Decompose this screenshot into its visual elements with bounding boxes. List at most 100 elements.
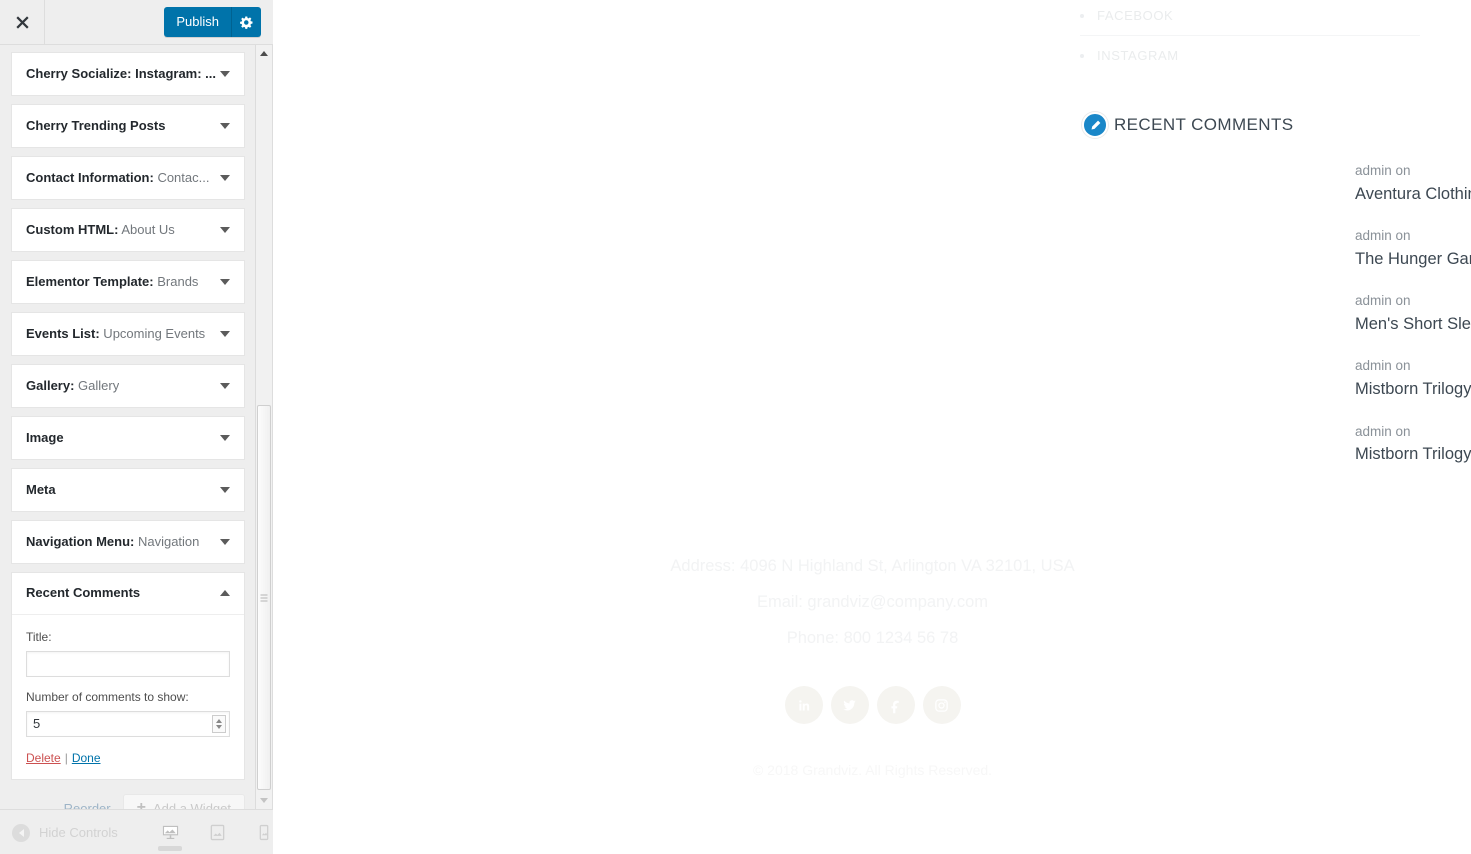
title-field-label: Title: xyxy=(26,630,52,644)
comment-author: admin on xyxy=(1355,228,1411,244)
edit-pencil-icon[interactable] xyxy=(1082,112,1108,138)
widget-item[interactable]: Cherry Socialize: Instagram: ... xyxy=(11,52,245,96)
footer-social-icons xyxy=(274,686,1471,724)
recent-comments-list: admin on Aventura Clothing Marlowe Short… xyxy=(1355,160,1471,486)
widget-item[interactable]: Events List: Upcoming Events xyxy=(11,312,245,356)
chevron-down-icon[interactable] xyxy=(218,171,232,185)
social-nav-item-facebook[interactable]: FACEBOOK xyxy=(1080,0,1420,31)
widget-title: Meta xyxy=(26,481,56,497)
widget-header[interactable]: Elementor Template: Brands xyxy=(12,261,244,303)
widget-title: Gallery: Gallery xyxy=(26,377,120,393)
list-item: admin on Mistborn Trilogy by Brandon San… xyxy=(1355,421,1471,468)
comment-post-link[interactable]: Aventura Clothing Marlowe Short Sleeve xyxy=(1355,182,1471,208)
chevron-down-icon[interactable] xyxy=(218,379,232,393)
widget-title: Image xyxy=(26,429,64,445)
comment-author: admin on xyxy=(1355,358,1411,374)
divider xyxy=(1080,35,1420,36)
widget-header[interactable]: Image xyxy=(12,417,244,459)
chevron-down-icon[interactable] xyxy=(218,535,232,549)
widget-header[interactable]: Meta xyxy=(12,469,244,511)
widget-item[interactable]: Navigation Menu: Navigation xyxy=(11,520,245,564)
chevron-down-icon[interactable] xyxy=(218,275,232,289)
social-nav-item-instagram[interactable]: INSTAGRAM xyxy=(1080,40,1420,71)
chevron-down-icon[interactable] xyxy=(218,223,232,237)
widget-item-recent-comments[interactable]: Recent Comments Title: Number of comment… xyxy=(11,572,245,780)
delete-widget-link[interactable]: Delete xyxy=(26,751,61,765)
widget-title: Navigation Menu: Navigation xyxy=(26,533,200,549)
social-nav-list: FACEBOOK INSTAGRAM xyxy=(1080,0,1420,71)
close-icon[interactable] xyxy=(0,0,45,44)
done-link[interactable]: Done xyxy=(72,751,101,765)
list-item: admin on The Hunger Games Trilogy xyxy=(1355,225,1471,272)
list-item: admin on Aventura Clothing Marlowe Short… xyxy=(1355,160,1471,207)
chevron-down-icon[interactable] xyxy=(218,483,232,497)
chevron-up-icon[interactable] xyxy=(218,587,232,601)
widget-title: Recent Comments xyxy=(26,585,141,601)
widget-settings-form: Title: Number of comments to show: Delet… xyxy=(12,615,244,779)
widget-item[interactable]: Elementor Template: Brands xyxy=(11,260,245,304)
comment-post-link[interactable]: Men's Short Sleeve T-Shirt xyxy=(1355,312,1471,338)
publish-button[interactable]: Publish xyxy=(164,7,231,37)
widget-item[interactable]: Contact Information: Contac... xyxy=(11,156,245,200)
widget-item[interactable]: Image xyxy=(11,416,245,460)
footer-email: Email: grandviz@company.com xyxy=(756,593,989,611)
comment-count-input[interactable] xyxy=(26,710,230,737)
title-input[interactable] xyxy=(26,650,230,677)
widget-header[interactable]: Cherry Socialize: Instagram: ... xyxy=(12,53,244,95)
comment-post-link[interactable]: Mistborn Trilogy by Brandon Sanderson xyxy=(1355,442,1471,468)
facebook-icon[interactable] xyxy=(876,686,915,724)
chevron-down-icon[interactable] xyxy=(218,431,232,445)
widget-header[interactable]: Navigation Menu: Navigation xyxy=(12,521,244,563)
quantity-stepper[interactable] xyxy=(212,714,226,733)
widget-header[interactable]: Gallery: Gallery xyxy=(12,365,244,407)
widget-item[interactable]: Gallery: Gallery xyxy=(11,364,245,408)
bullet-icon xyxy=(1080,53,1084,58)
device-tablet-button[interactable] xyxy=(202,810,232,854)
comment-author: admin on xyxy=(1355,423,1411,439)
action-separator: | xyxy=(64,750,68,765)
widget-header[interactable]: Contact Information: Contac... xyxy=(12,157,244,199)
footer-address: Address: 4096 N Highland St, Arlington V… xyxy=(670,557,1075,575)
add-widget-button[interactable]: + Add a Widget xyxy=(122,793,245,809)
reorder-link[interactable]: Reorder xyxy=(64,801,111,809)
list-item: admin on Men's Short Sleeve T-Shirt xyxy=(1355,290,1471,337)
widget-item[interactable]: Cherry Trending Posts xyxy=(11,104,245,148)
chevron-down-icon[interactable] xyxy=(218,327,232,341)
comment-post-link[interactable]: The Hunger Games Trilogy xyxy=(1355,247,1471,273)
list-item: admin on Mistborn Trilogy by Brandon San… xyxy=(1355,355,1471,402)
widget-header[interactable]: Cherry Trending Posts xyxy=(12,105,244,147)
chevron-down-icon[interactable] xyxy=(218,119,232,133)
site-preview-pane[interactable]: FACEBOOK INSTAGRAM RECENT COMMENTS admin… xyxy=(274,0,1471,854)
gear-icon[interactable] xyxy=(231,7,261,37)
add-widget-label: Add a Widget xyxy=(152,800,231,809)
scrollbar-thumb[interactable] xyxy=(257,405,271,790)
collapse-arrow-icon xyxy=(12,823,30,842)
linkedin-icon[interactable] xyxy=(784,686,823,724)
widget-header[interactable]: Events List: Upcoming Events xyxy=(12,313,244,355)
sidebar-scrollbar[interactable] xyxy=(255,45,272,809)
twitter-icon[interactable] xyxy=(830,686,869,724)
hide-controls-button[interactable]: Hide Controls xyxy=(12,810,118,854)
widget-title: Cherry Socialize: Instagram: ... xyxy=(26,65,217,81)
scroll-down-arrow-icon[interactable] xyxy=(256,792,272,809)
comment-count-label: Number of comments to show: xyxy=(26,689,189,704)
widget-title: Cherry Trending Posts xyxy=(26,117,166,133)
scroll-up-arrow-icon[interactable] xyxy=(256,45,272,62)
widget-list: Cherry Socialize: Instagram: ... Cherry … xyxy=(0,45,256,780)
bullet-icon xyxy=(1080,13,1084,18)
comment-count-field xyxy=(26,710,230,737)
instagram-icon[interactable] xyxy=(922,686,961,724)
customizer-sidebar: Publish Cherry Socialize: Instagram: ... xyxy=(0,0,273,854)
widgets-scroll-area[interactable]: Cherry Socialize: Instagram: ... Cherry … xyxy=(0,45,256,809)
device-desktop-button[interactable] xyxy=(155,810,185,854)
comment-author: admin on xyxy=(1355,163,1411,178)
widget-item[interactable]: Meta xyxy=(11,468,245,512)
chevron-down-icon[interactable] xyxy=(218,67,232,81)
hide-controls-label: Hide Controls xyxy=(39,825,118,840)
comment-post-link[interactable]: Mistborn Trilogy by Brandon Sanderson xyxy=(1355,377,1471,403)
widget-item[interactable]: Custom HTML: About Us xyxy=(11,208,245,252)
comment-author: admin on xyxy=(1355,293,1411,309)
widget-header[interactable]: Custom HTML: About Us xyxy=(12,209,244,251)
widget-title: Custom HTML: About Us xyxy=(26,221,175,237)
widget-header[interactable]: Recent Comments xyxy=(12,573,244,615)
